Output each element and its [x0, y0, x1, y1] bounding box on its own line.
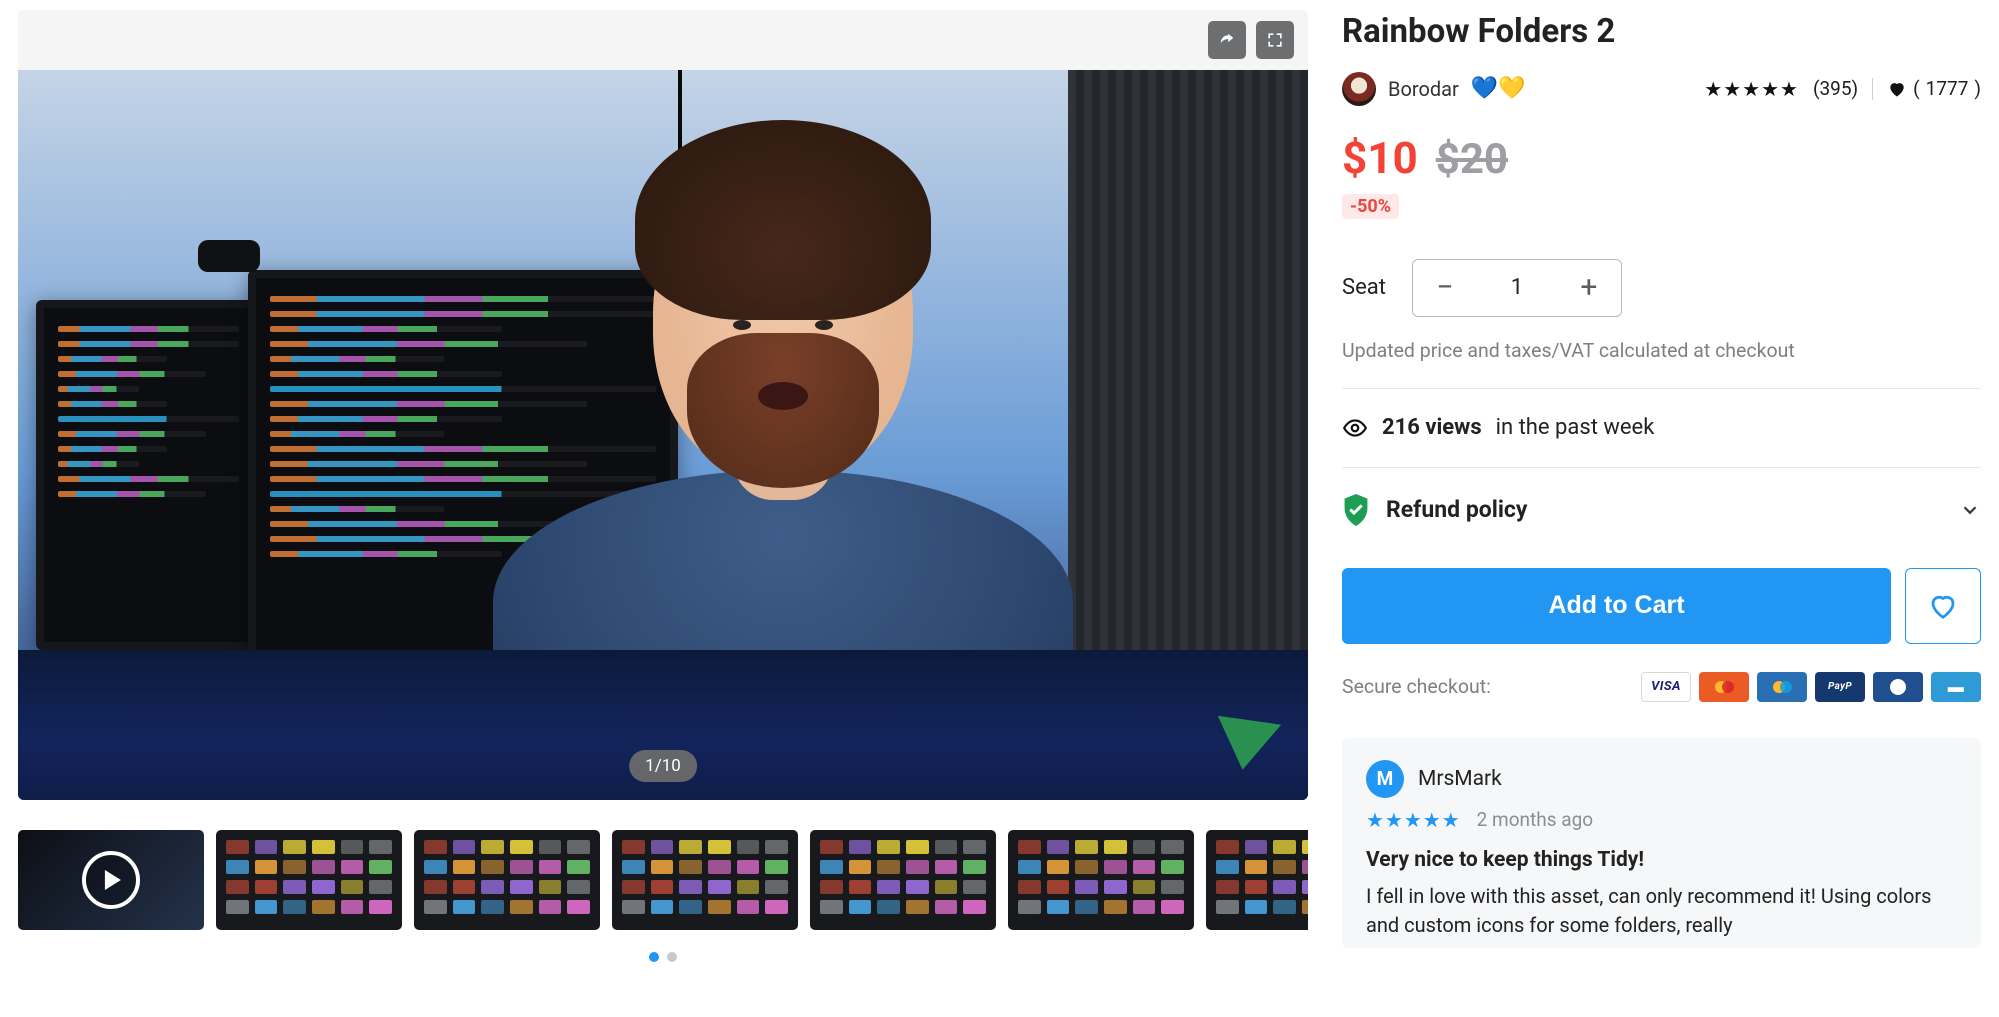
shield-check-icon [1342, 494, 1370, 526]
amex-icon [1931, 672, 1981, 702]
review-stars: ★★★★★ [1366, 808, 1461, 832]
thumbnail-image[interactable] [216, 830, 402, 930]
heart-icon [1887, 79, 1907, 99]
price-original: $20 [1436, 135, 1508, 184]
review-time: 2 months ago [1477, 808, 1593, 831]
author-name: Borodar [1388, 77, 1459, 101]
review-card: M MrsMark ★★★★★ 2 months ago Very nice t… [1342, 738, 1981, 948]
tax-note: Updated price and taxes/VAT calculated a… [1342, 339, 1981, 362]
thumbnail-image[interactable] [810, 830, 996, 930]
share-button[interactable] [1208, 21, 1246, 59]
thumbnail-strip [18, 830, 1308, 940]
author-link[interactable]: Borodar 💙💛 [1342, 72, 1526, 106]
gallery-main-image [18, 70, 1308, 800]
mastercard-icon [1699, 672, 1749, 702]
views-count: 216 views [1382, 415, 1482, 440]
discount-badge: -50% [1342, 194, 1399, 219]
divider [1342, 388, 1981, 389]
thumbnail-image[interactable] [612, 830, 798, 930]
gallery-toolbar [18, 10, 1308, 70]
product-title: Rainbow Folders 2 [1342, 12, 1981, 52]
reviewer-avatar: M [1366, 760, 1404, 798]
price-current: $10 [1342, 132, 1418, 184]
secure-checkout-label: Secure checkout: [1342, 675, 1491, 698]
author-avatar [1342, 72, 1376, 106]
media-gallery: 1/10 [18, 10, 1308, 962]
seat-label: Seat [1342, 275, 1386, 300]
pager-dot[interactable] [649, 952, 659, 962]
thumbnail-video[interactable] [18, 830, 204, 930]
heart-outline-icon [1928, 591, 1958, 621]
divider [1342, 467, 1981, 468]
paypal-icon: PayP [1815, 672, 1865, 702]
fullscreen-button[interactable] [1256, 21, 1294, 59]
favorites-count[interactable]: (1777) [1887, 77, 1981, 100]
add-to-cart-button[interactable]: Add to Cart [1342, 568, 1891, 644]
review-body: I fell in love with this asset, can only… [1366, 882, 1957, 940]
thumbnail-pager [18, 952, 1308, 962]
thumbnail-image[interactable] [1008, 830, 1194, 930]
gallery-main-viewport[interactable]: 1/10 [18, 10, 1308, 800]
views-row: 216 views in the past week [1342, 415, 1981, 441]
product-panel: Rainbow Folders 2 Borodar 💙💛 ★★★★★ (395)… [1342, 10, 1981, 962]
pager-dot[interactable] [667, 952, 677, 962]
rating-count[interactable]: (395) [1813, 77, 1858, 100]
reviewer-name[interactable]: MrsMark [1418, 767, 1502, 791]
seat-decrement[interactable]: − [1413, 260, 1477, 316]
refund-label: Refund policy [1386, 496, 1527, 523]
wishlist-button[interactable] [1905, 568, 1981, 644]
thumbnail-image[interactable] [414, 830, 600, 930]
ukraine-flag-icon: 💙💛 [1471, 76, 1526, 101]
watermark-icon [1211, 716, 1281, 774]
divider [1872, 78, 1873, 100]
seat-increment[interactable]: + [1557, 260, 1621, 316]
thumbnail-image[interactable] [1206, 830, 1308, 930]
share-icon [1217, 30, 1237, 50]
diners-icon [1873, 672, 1923, 702]
seat-value: 1 [1477, 275, 1557, 300]
chevron-down-icon [1959, 499, 1981, 521]
quantity-stepper: − 1 + [1412, 259, 1622, 317]
payment-methods: VISA PayP [1641, 672, 1981, 702]
gallery-counter: 1/10 [629, 750, 697, 782]
views-suffix: in the past week [1496, 415, 1655, 440]
eye-icon [1342, 415, 1368, 441]
fullscreen-icon [1265, 30, 1285, 50]
rating-stars[interactable]: ★★★★★ [1704, 77, 1799, 101]
visa-icon: VISA [1641, 672, 1691, 702]
review-title: Very nice to keep things Tidy! [1366, 848, 1957, 872]
maestro-icon [1757, 672, 1807, 702]
refund-policy-toggle[interactable]: Refund policy [1342, 494, 1981, 526]
